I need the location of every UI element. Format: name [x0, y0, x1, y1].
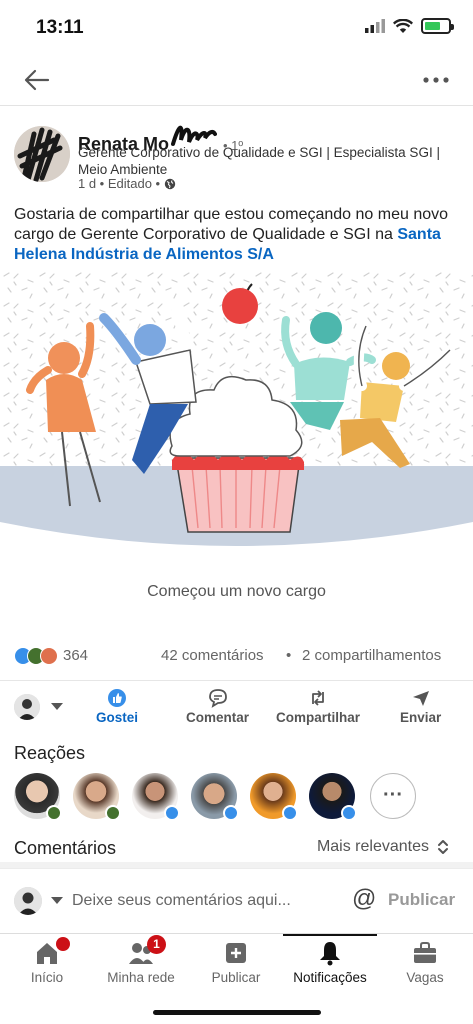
- share-count[interactable]: 2 compartilhamentos: [302, 647, 441, 664]
- post-timestamp: 1 d • Editado •: [78, 176, 161, 191]
- like-badge-icon: [282, 805, 298, 821]
- share-button[interactable]: Compartilhar: [276, 688, 360, 725]
- nav-bar: [0, 56, 473, 106]
- reaction-icons[interactable]: [14, 647, 58, 665]
- actor-avatar[interactable]: [14, 694, 40, 720]
- reactor-avatar[interactable]: [191, 773, 239, 821]
- tab-jobs-label: Vagas: [406, 970, 444, 985]
- reactor-avatar[interactable]: [309, 773, 357, 821]
- celebration-illustration[interactable]: [0, 270, 473, 560]
- status-icons: [365, 18, 454, 34]
- comment-count[interactable]: 42 comentários: [161, 647, 264, 664]
- reactor-avatar[interactable]: [250, 773, 298, 821]
- comment-bar: @ Publicar: [0, 868, 473, 932]
- celebrate-badge-icon: [105, 805, 121, 821]
- reactor-avatar[interactable]: [14, 773, 62, 821]
- like-badge-icon: [164, 805, 180, 821]
- wifi-icon: [393, 18, 413, 33]
- action-bar: Gostei Comentar Compartilhar Enviar: [0, 680, 473, 732]
- sort-label: Mais relevantes: [316, 838, 429, 855]
- reactor-avatar[interactable]: [132, 773, 180, 821]
- like-badge-icon: [223, 805, 239, 821]
- home-indicator: [153, 1010, 321, 1015]
- love-reaction-icon: [40, 647, 58, 665]
- like-button[interactable]: Gostei: [96, 688, 138, 725]
- author-avatar[interactable]: [14, 126, 70, 182]
- tab-post-label: Publicar: [211, 970, 261, 985]
- comment-button[interactable]: Comentar: [186, 688, 249, 725]
- tab-notifications-label: Notificações: [293, 970, 367, 985]
- commenter-switch-chevron-icon[interactable]: [51, 897, 63, 904]
- more-options-icon[interactable]: [421, 66, 451, 94]
- thumbs-up-icon: [108, 689, 126, 707]
- globe-icon: [164, 178, 176, 189]
- comment-input[interactable]: [72, 887, 332, 915]
- send-button[interactable]: Enviar: [400, 688, 441, 725]
- bell-icon: [317, 940, 343, 966]
- actor-switch-chevron-icon[interactable]: [51, 703, 63, 710]
- home-notification-dot: [56, 937, 70, 951]
- like-badge-icon: [341, 805, 357, 821]
- share-label: Compartilhar: [276, 710, 361, 725]
- chevron-up-down-icon: [438, 840, 448, 854]
- network-badge: 1: [147, 935, 166, 954]
- count-separator: •: [286, 647, 292, 664]
- status-bar: 13:11: [0, 0, 473, 56]
- mention-button[interactable]: @: [352, 885, 376, 913]
- plus-square-icon: [223, 940, 249, 966]
- comment-label: Comentar: [186, 710, 250, 725]
- repost-icon: [312, 690, 324, 706]
- battery-icon: [421, 18, 454, 34]
- tab-network-label: Minha rede: [107, 970, 175, 985]
- post-text: Gostaria de compartilhar que estou começ…: [14, 205, 464, 265]
- social-counts: 364 42 comentários • 2 compartilhamentos: [0, 645, 473, 669]
- house-icon: [34, 937, 70, 966]
- post-meta: 1 d • Editado •: [78, 176, 176, 191]
- reactor-avatars: ···: [14, 773, 464, 821]
- bottom-tab-bar: Início 1 Minha rede Publicar Notificaçõe…: [0, 933, 473, 1024]
- more-reactors-button[interactable]: ···: [370, 773, 416, 819]
- post-caption: Começou um novo cargo: [147, 583, 326, 600]
- tab-network[interactable]: 1 Minha rede: [94, 934, 188, 994]
- tab-notifications[interactable]: Notificações: [283, 934, 377, 994]
- like-label: Gostei: [96, 710, 139, 725]
- back-arrow-icon[interactable]: [22, 66, 52, 94]
- post-header: Renata Mo • 1º Gerente Corporativo de Qu…: [0, 106, 473, 196]
- reactions-title: Reações: [14, 743, 86, 763]
- tab-home[interactable]: Início: [0, 934, 94, 994]
- people-icon: 1: [128, 935, 166, 966]
- cellular-signal-icon: [365, 19, 385, 33]
- reaction-count[interactable]: 364: [63, 647, 88, 664]
- post-body: Gostaria de compartilhar que estou começ…: [14, 206, 449, 243]
- publish-comment-button[interactable]: Publicar: [388, 890, 455, 910]
- comment-bubble-icon: [208, 689, 227, 708]
- paper-plane-icon: [412, 691, 429, 706]
- tab-home-label: Início: [30, 970, 64, 985]
- reactor-avatar[interactable]: [73, 773, 121, 821]
- send-label: Enviar: [400, 710, 442, 725]
- tab-post[interactable]: Publicar: [189, 934, 283, 994]
- commenter-avatar[interactable]: [14, 887, 42, 915]
- briefcase-icon: [412, 940, 438, 966]
- author-headline: Gerente Corporativo de Qualidade e SGI |…: [78, 145, 440, 177]
- status-time: 13:11: [36, 17, 84, 38]
- tab-jobs[interactable]: Vagas: [378, 934, 472, 994]
- comment-sort-dropdown[interactable]: Mais relevantes: [317, 838, 449, 856]
- celebrate-badge-icon: [46, 805, 62, 821]
- comments-title: Comentários: [14, 838, 117, 858]
